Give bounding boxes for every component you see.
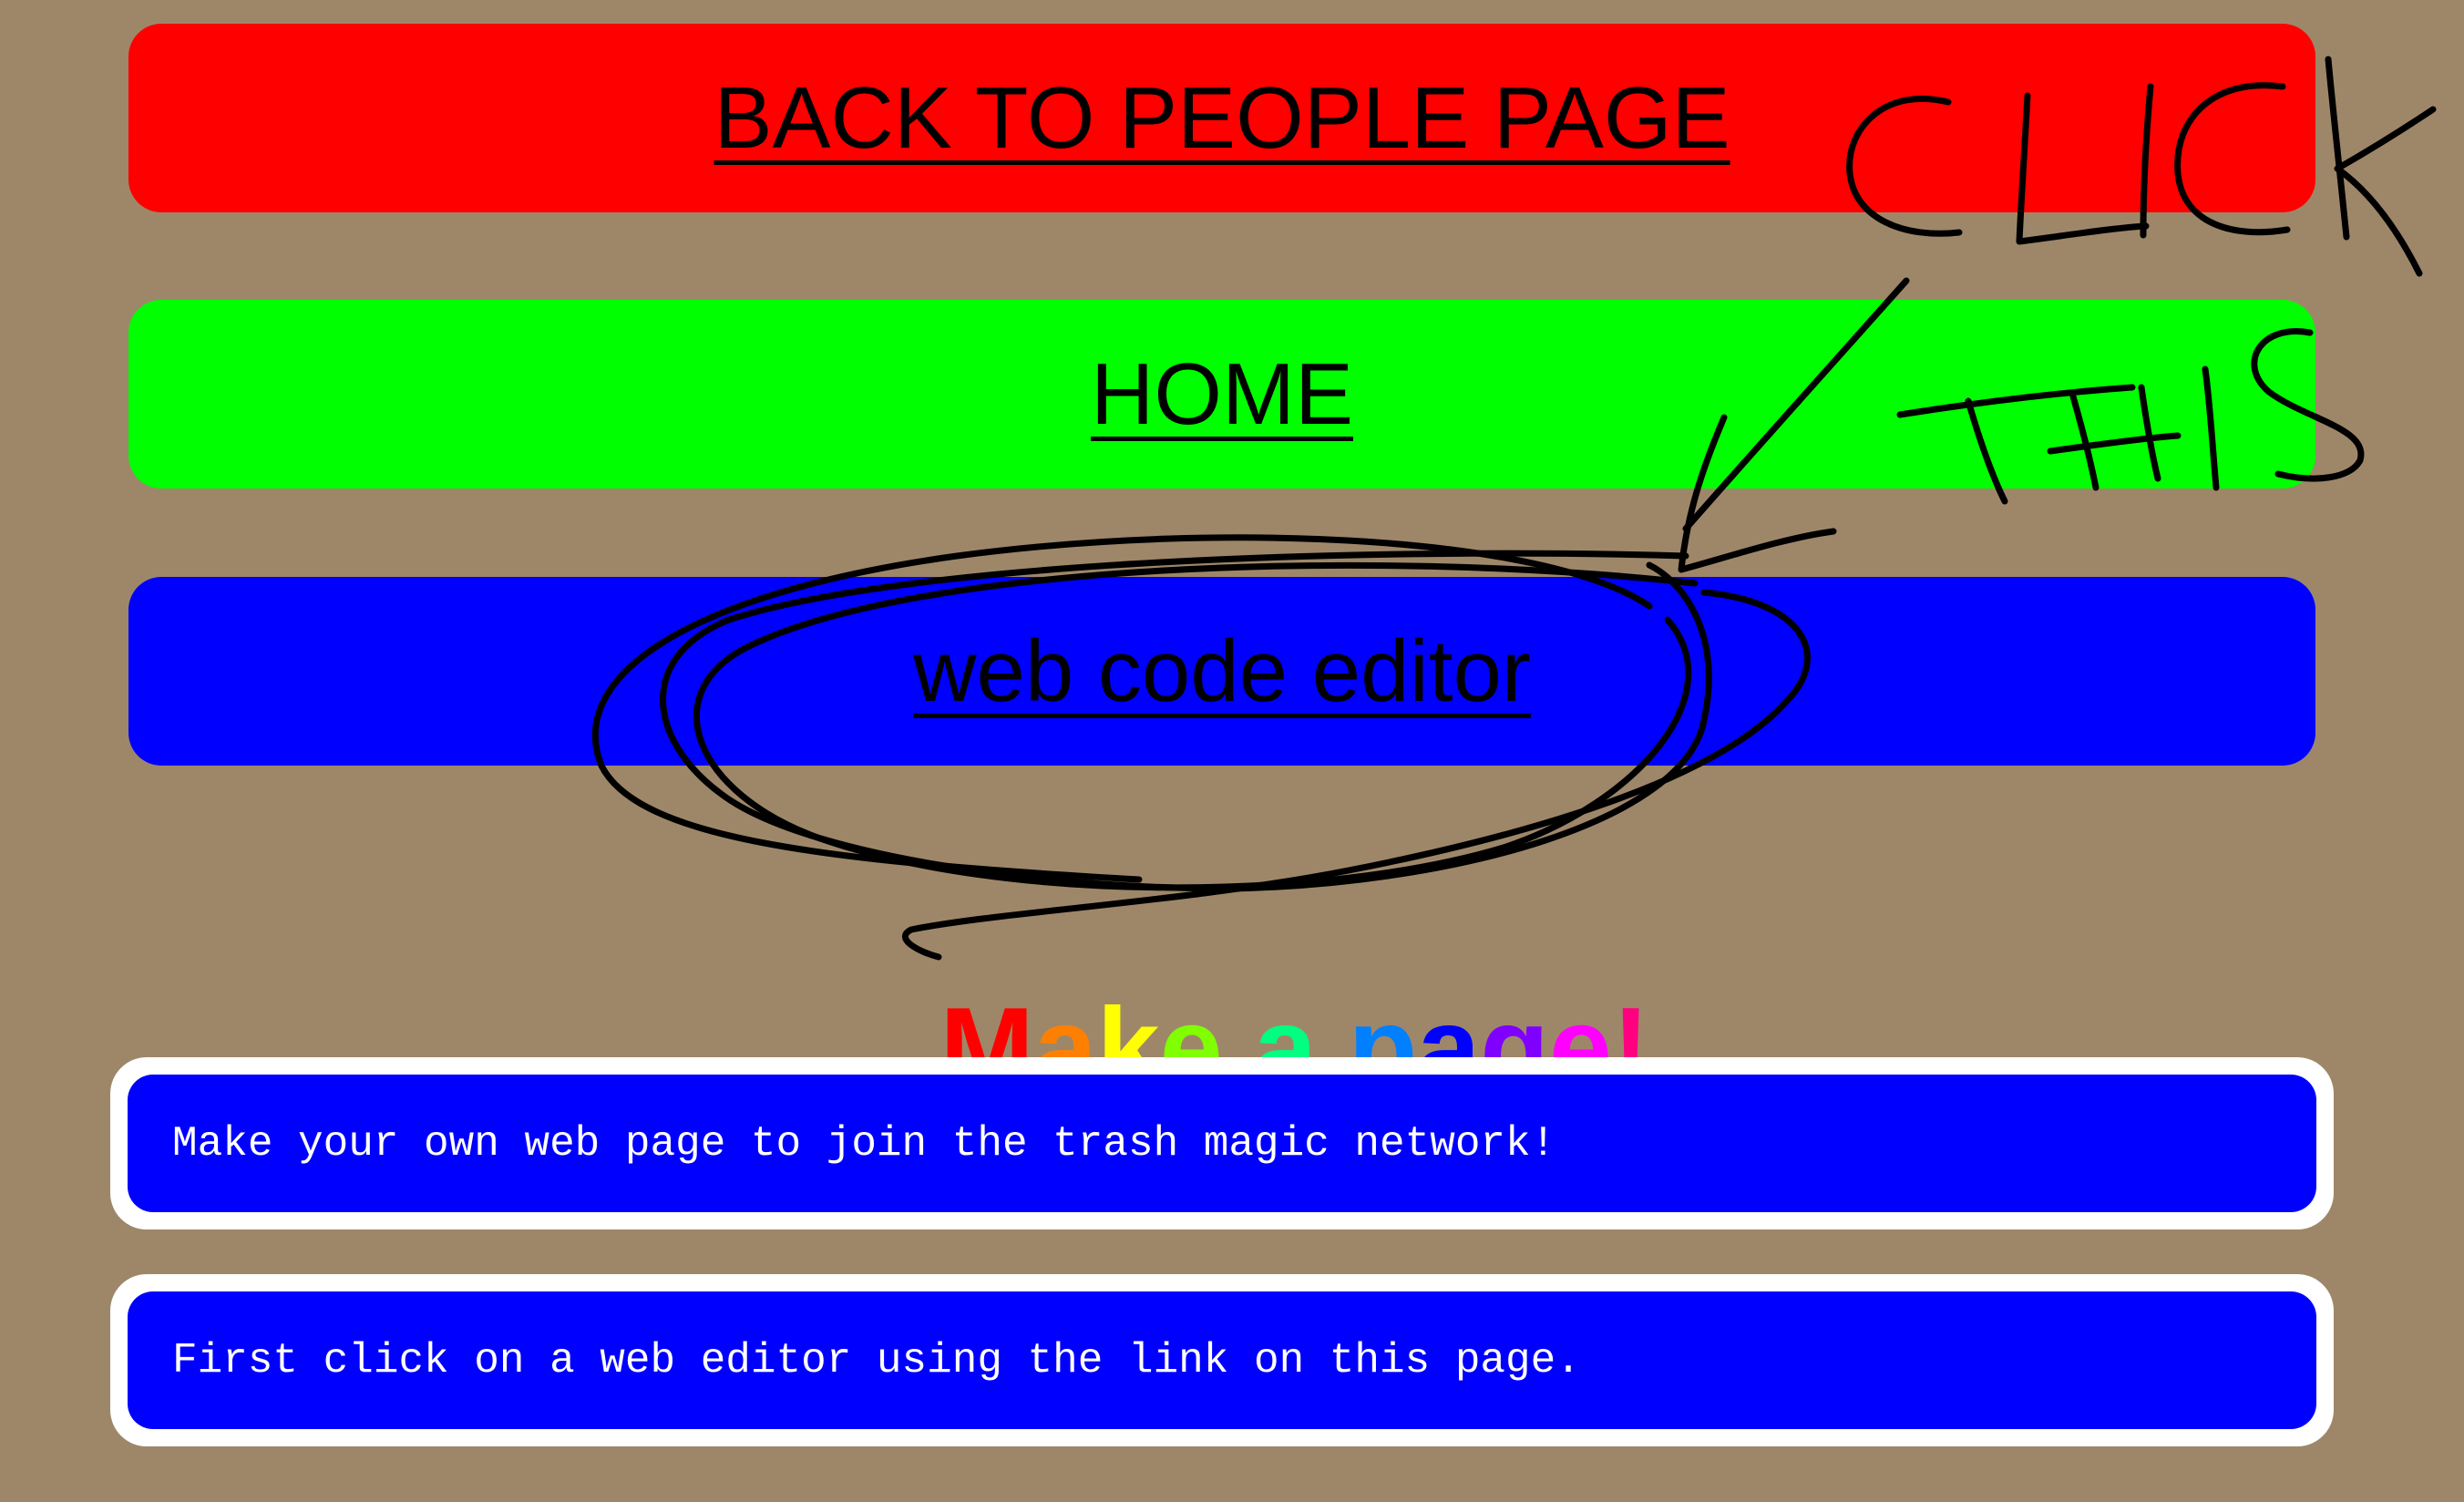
back-to-people-page-link[interactable]: BACK TO PEOPLE PAGE: [128, 24, 2315, 212]
page: BACK TO PEOPLE PAGE HOME web code editor…: [0, 0, 2464, 1502]
home-link[interactable]: HOME: [128, 300, 2315, 489]
info-text-first-click: First click on a web editor using the li…: [128, 1291, 2316, 1429]
web-code-editor-link[interactable]: web code editor: [128, 577, 2315, 766]
info-box-first-click: First click on a web editor using the li…: [110, 1274, 2334, 1446]
info-box-join: Make your own web page to join the trash…: [110, 1057, 2334, 1229]
info-text-join: Make your own web page to join the trash…: [128, 1075, 2316, 1212]
